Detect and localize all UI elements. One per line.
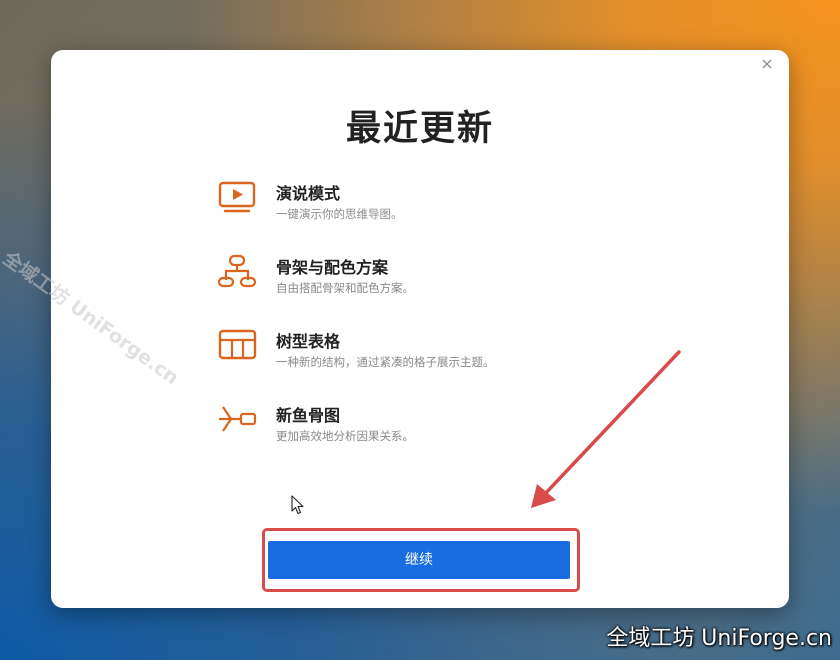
feature-desc: 一键演示你的思维导图。 <box>276 207 403 221</box>
feature-desc: 自由搭配骨架和配色方案。 <box>276 281 414 295</box>
feature-desc: 更加高效地分析因果关系。 <box>276 429 414 443</box>
feature-desc: 一种新的结构，通过紧凑的格子展示主题。 <box>276 355 495 369</box>
dialog-title: 最近更新 <box>345 109 494 149</box>
feature-name: 新鱼骨图 <box>276 406 341 425</box>
whats-new-dialog: 最近更新 演说模式 一键演示你的思维导图。 骨架与配色方案 自由搭配骨架和配色方… <box>51 50 789 608</box>
feature-item-fishbone: 新鱼骨图 更加高效地分析因果关系。 <box>217 400 617 474</box>
feature-name: 树型表格 <box>276 332 341 351</box>
feature-item-tree-table: 树型表格 一种新的结构，通过紧凑的格子展示主题。 <box>217 326 617 400</box>
fishbone-icon <box>219 406 257 432</box>
feature-item-skeleton: 骨架与配色方案 自由搭配骨架和配色方案。 <box>217 252 617 326</box>
feature-item-presentation: 演说模式 一键演示你的思维导图。 <box>217 178 617 252</box>
table-icon <box>218 329 257 360</box>
watermark-corner: 全域工坊 UniForge.cn <box>606 626 832 651</box>
mouse-cursor-icon <box>291 495 304 515</box>
skeleton-icon <box>217 254 257 288</box>
annotation-highlight-box <box>262 528 580 592</box>
feature-list: 演说模式 一键演示你的思维导图。 骨架与配色方案 自由搭配骨架和配色方案。 树型… <box>217 178 617 474</box>
presentation-icon <box>218 181 256 213</box>
feature-name: 演说模式 <box>276 184 341 203</box>
close-icon[interactable] <box>759 56 775 72</box>
feature-name: 骨架与配色方案 <box>276 258 389 277</box>
